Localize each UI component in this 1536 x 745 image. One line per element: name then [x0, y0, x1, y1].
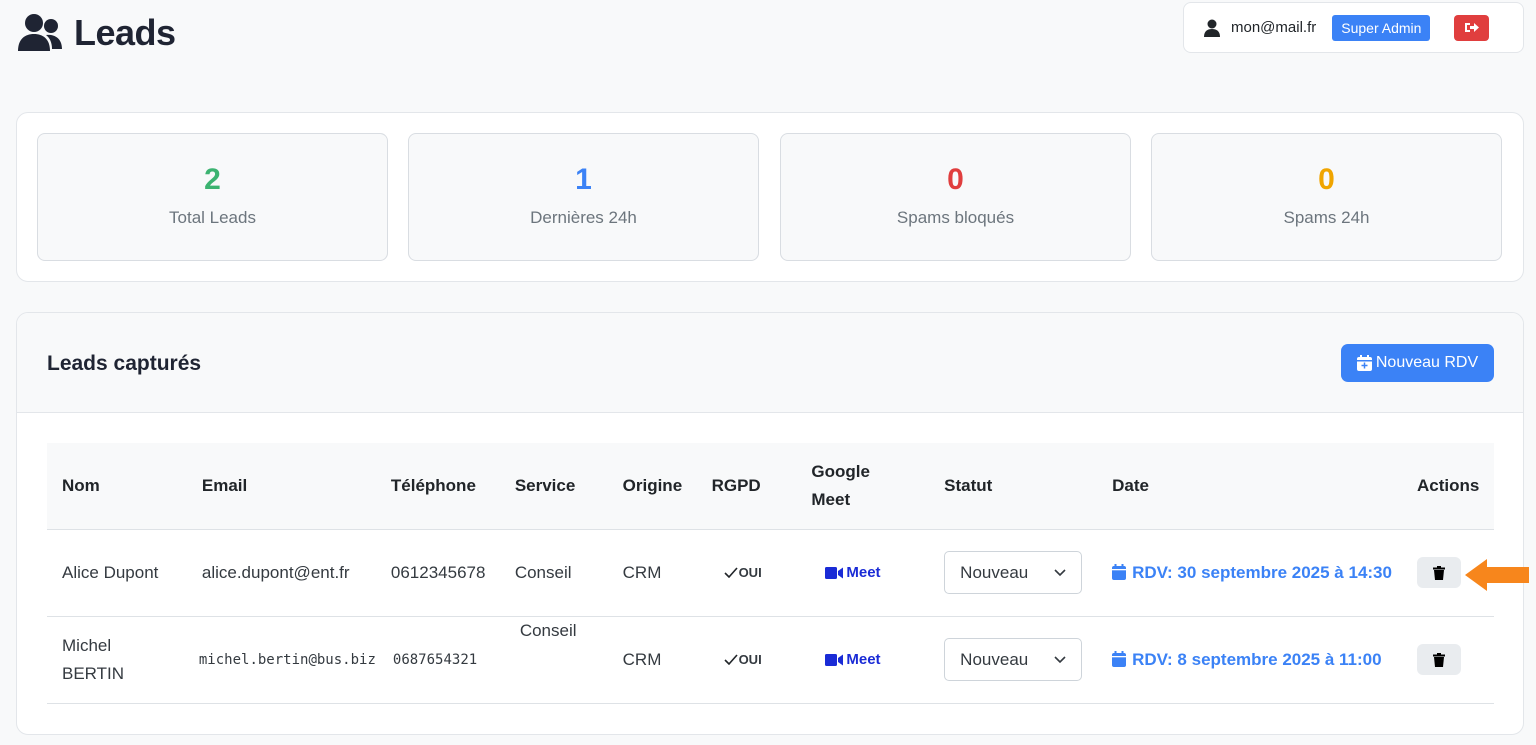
table-row: Michel BERTIN michel.bertin@bus.biz 0687… [47, 616, 1494, 703]
logout-button[interactable] [1454, 14, 1490, 41]
page-title: Leads [16, 12, 176, 54]
col-header-origin: Origine [622, 475, 683, 495]
col-header-meet: Google Meet [811, 461, 870, 509]
lead-origin: CRM [622, 562, 662, 582]
chevron-down-icon [1054, 655, 1066, 663]
stats-panel: 2 Total Leads 1 Dernières 24h 0 Spams bl… [16, 112, 1524, 282]
meet-link[interactable]: Meet [811, 646, 929, 674]
calendar-icon [1112, 563, 1127, 580]
stat-spams-blocked: 0 Spams bloqués [780, 133, 1131, 261]
status-select[interactable]: Nouveau [944, 638, 1083, 681]
stat-value: 0 [1318, 163, 1335, 196]
lead-service: Conseil [514, 562, 572, 582]
lead-name: Michel BERTIN [62, 635, 125, 683]
lead-rgpd-cell: OUI [697, 529, 797, 616]
users-icon [18, 14, 62, 51]
lead-date-cell: RDV: 30 septembre 2025 à 14:30 [1097, 529, 1402, 616]
stat-value: 0 [947, 163, 964, 196]
lead-rgpd-cell: OUI [697, 616, 797, 703]
lead-status-cell: Nouveau [929, 616, 1097, 703]
col-header-date: Date [1112, 475, 1149, 495]
col-header-name: Nom [62, 475, 100, 495]
stat-last-24h: 1 Dernières 24h [408, 133, 759, 261]
role-badge: Super Admin [1332, 14, 1431, 41]
col-header-actions: Actions [1417, 475, 1480, 495]
trash-icon [1433, 565, 1446, 580]
user-icon [1204, 19, 1220, 37]
meet-link[interactable]: Meet [811, 559, 929, 587]
lead-name: Alice Dupont [62, 562, 159, 582]
check-icon [723, 567, 738, 578]
chevron-down-icon [1054, 568, 1066, 576]
video-camera-icon [825, 653, 844, 666]
delete-button[interactable] [1417, 644, 1462, 675]
rgpd-label: OUI [738, 564, 762, 580]
col-header-rgpd: RGPD [711, 475, 761, 495]
annotation-arrow-icon [1465, 559, 1529, 591]
status-select[interactable]: Nouveau [944, 551, 1083, 594]
new-rdv-label: Nouveau RDV [1375, 354, 1479, 371]
rdv-date-text: RDV: 30 septembre 2025 à 14:30 [1132, 562, 1392, 582]
calendar-icon [1112, 650, 1127, 667]
calendar-plus-icon [1356, 355, 1372, 371]
stat-label: Total Leads [169, 208, 256, 227]
lead-service: Conseil [519, 620, 577, 640]
delete-button[interactable] [1417, 557, 1462, 588]
status-value: Nouveau [960, 649, 1029, 669]
lead-origin: CRM [622, 649, 662, 669]
rdv-date-link[interactable]: RDV: 30 septembre 2025 à 14:30 [1112, 559, 1402, 587]
meet-label: Meet [846, 650, 881, 668]
rdv-date-link[interactable]: RDV: 8 septembre 2025 à 11:00 [1112, 646, 1402, 674]
check-icon [723, 654, 738, 665]
lead-phone: 0612345678 [390, 562, 486, 582]
lead-meet-cell: Meet [796, 529, 929, 616]
stat-label: Dernières 24h [530, 208, 637, 227]
col-header-phone: Téléphone [390, 475, 476, 495]
table-row: Alice Dupont alice.dupont@ent.fr 0612345… [47, 529, 1494, 616]
rdv-date-text: RDV: 8 septembre 2025 à 11:00 [1132, 649, 1382, 669]
user-panel: mon@mail.fr Super Admin [1183, 2, 1524, 53]
leads-table: Nom Email Téléphone Service Origine RGPD… [47, 443, 1494, 704]
logout-icon [1464, 23, 1479, 32]
stat-label: Spams bloqués [896, 208, 1015, 227]
leads-panel-header: Leads capturés Nouveau RDV [17, 313, 1523, 413]
lead-meet-cell: Meet [796, 616, 929, 703]
rgpd-consent: OUI [712, 646, 797, 674]
lead-phone: 0687654321 [392, 651, 478, 668]
leads-title: Leads capturés [47, 352, 202, 375]
user-email: mon@mail.fr [1231, 19, 1317, 36]
page-heading: Leads [74, 12, 176, 53]
new-rdv-button[interactable]: Nouveau RDV [1341, 344, 1494, 382]
leads-panel: Leads capturés Nouveau RDV Nom Email Tél… [16, 312, 1524, 735]
lead-date-cell: RDV: 8 septembre 2025 à 11:00 [1097, 616, 1402, 703]
meet-label: Meet [846, 563, 881, 581]
status-value: Nouveau [960, 562, 1029, 582]
lead-actions-cell [1402, 616, 1494, 703]
stat-total-leads: 2 Total Leads [37, 133, 388, 261]
lead-status-cell: Nouveau [929, 529, 1097, 616]
stat-spams-24h: 0 Spams 24h [1151, 133, 1502, 261]
stat-label: Spams 24h [1283, 208, 1370, 227]
lead-email: alice.dupont@ent.fr [201, 562, 350, 582]
col-header-status: Statut [944, 475, 993, 495]
rgpd-label: OUI [738, 651, 762, 667]
lead-email: michel.bertin@bus.biz [198, 651, 376, 668]
table-header-row: Nom Email Téléphone Service Origine RGPD… [47, 443, 1494, 529]
col-header-email: Email [201, 475, 248, 495]
trash-icon [1433, 652, 1446, 667]
col-header-service: Service [514, 475, 576, 495]
stat-value: 1 [575, 163, 592, 196]
video-camera-icon [825, 566, 844, 579]
rgpd-consent: OUI [712, 559, 797, 587]
stat-value: 2 [204, 163, 221, 196]
